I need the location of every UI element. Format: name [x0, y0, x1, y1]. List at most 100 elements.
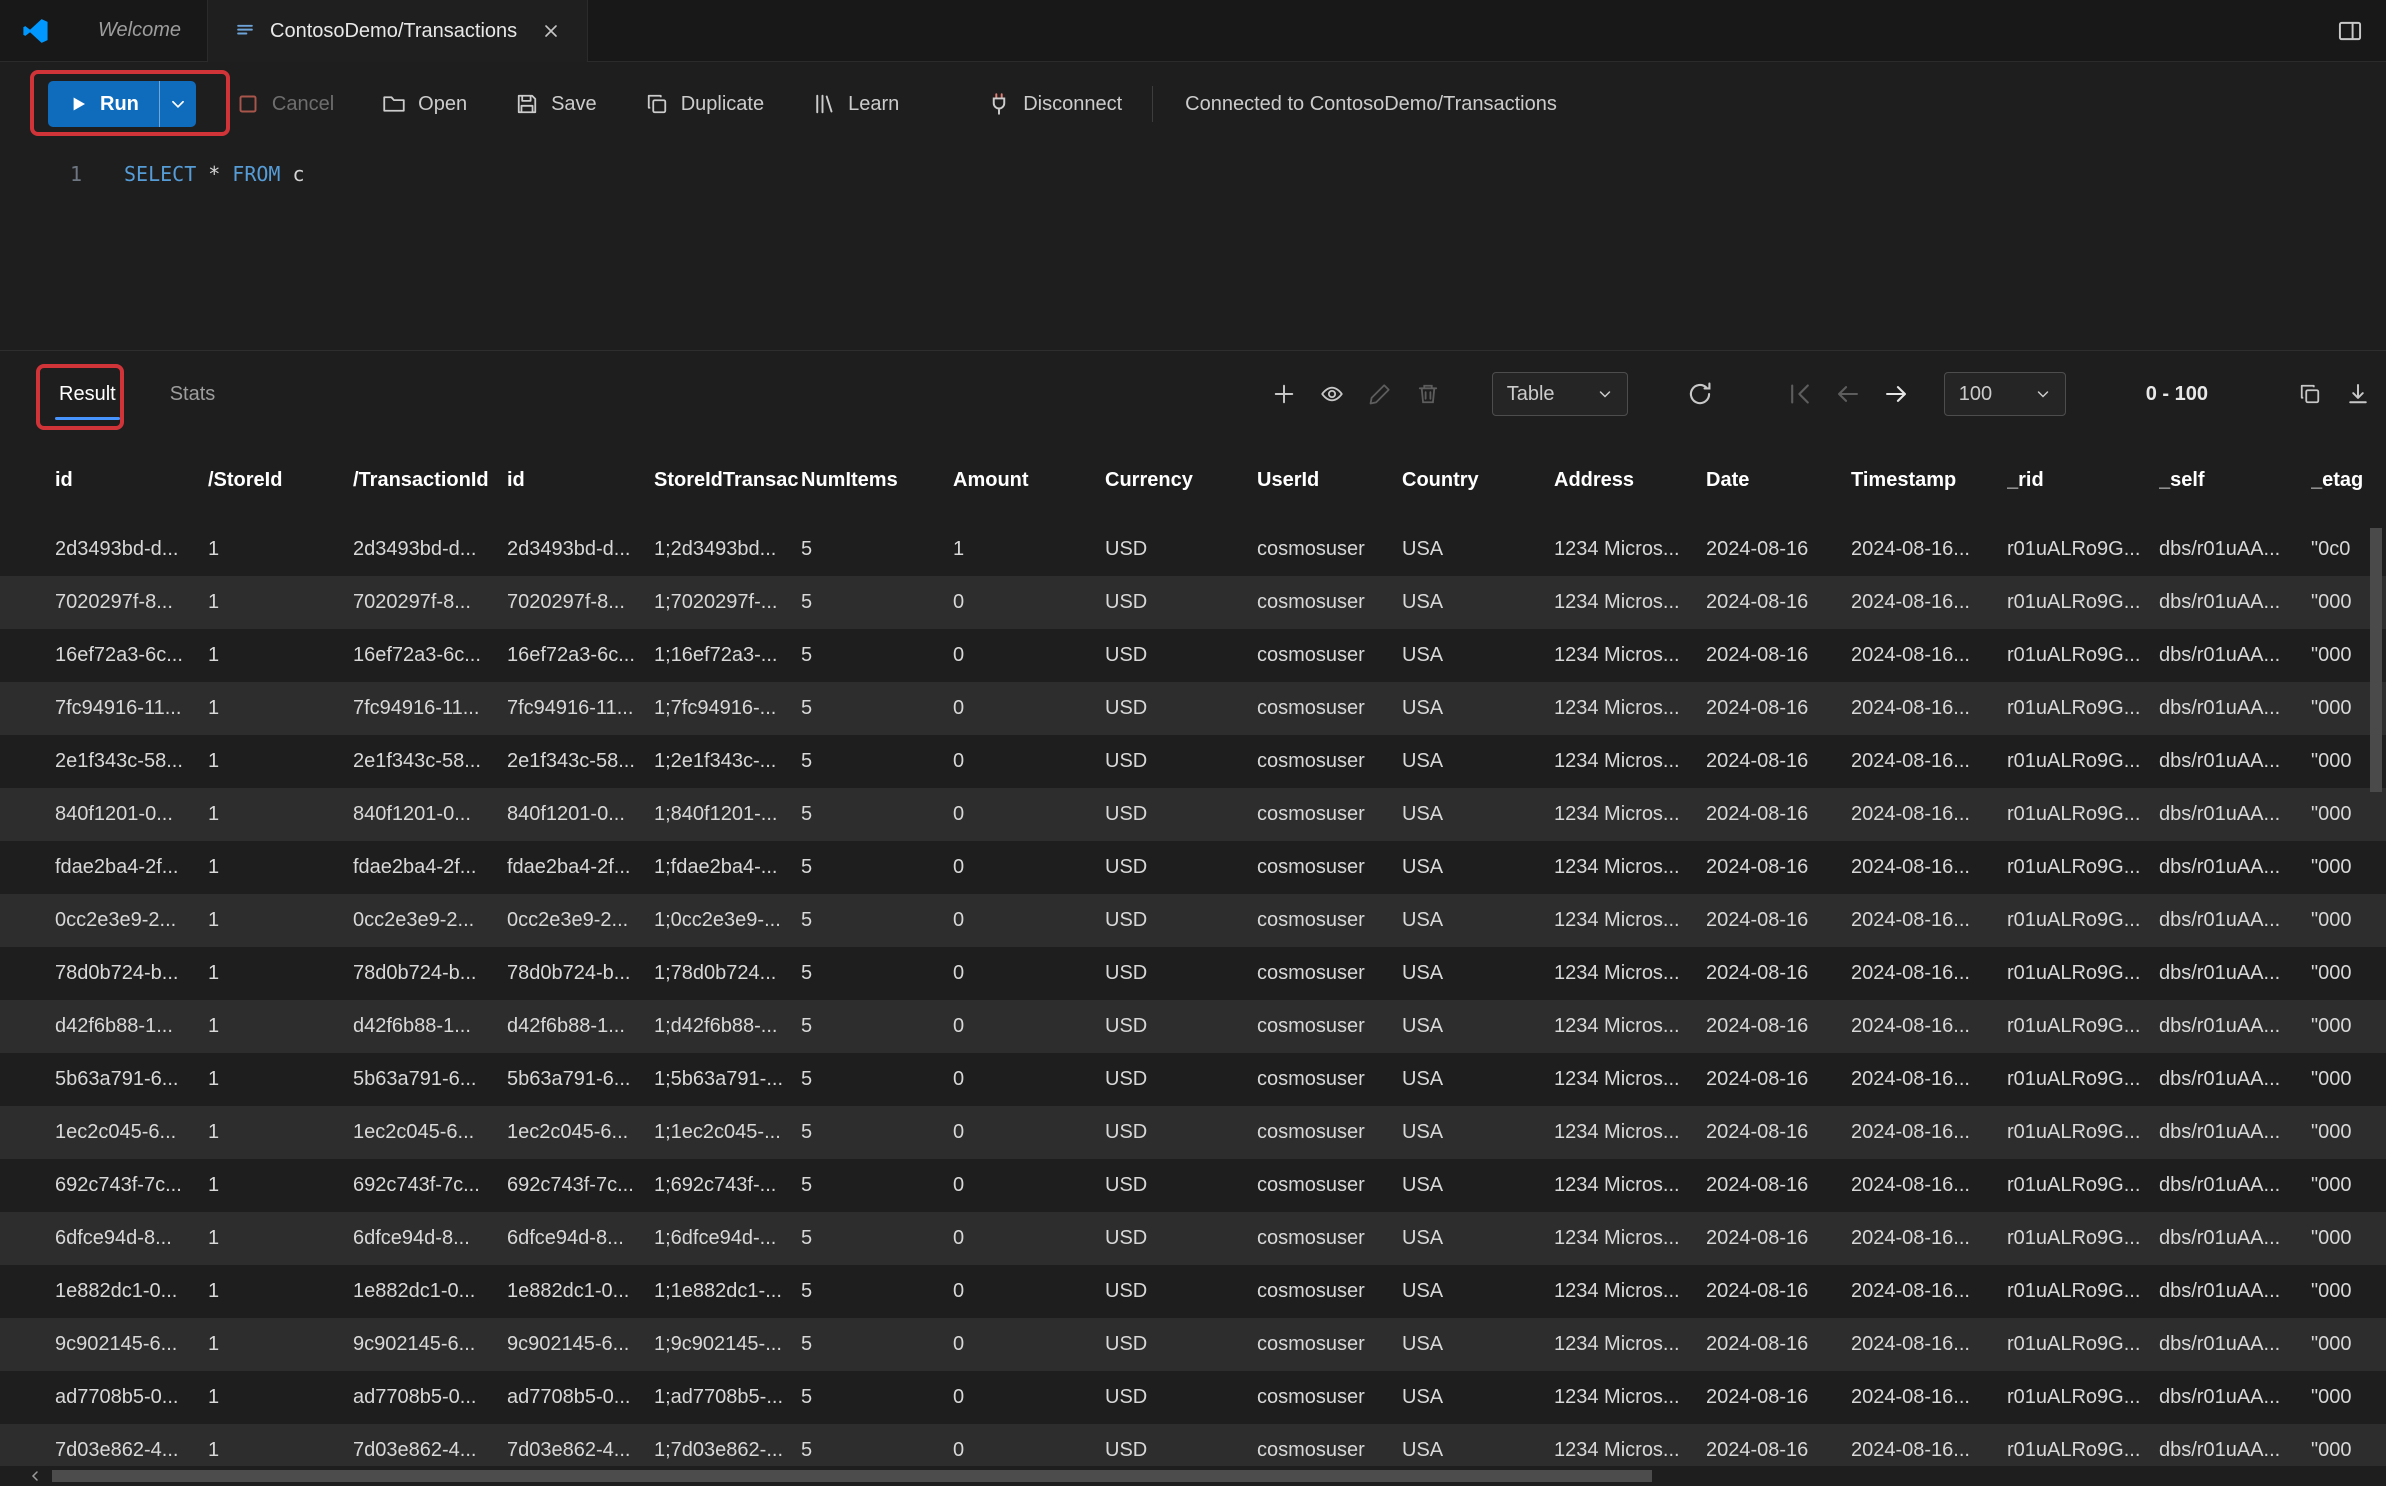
- download-results-button[interactable]: [2336, 372, 2380, 416]
- column-header-date[interactable]: Date: [1706, 469, 1851, 492]
- table-row[interactable]: 2e1f343c-58...12e1f343c-58...2e1f343c-58…: [0, 735, 2386, 788]
- table-cell: 1234 Micros...: [1554, 591, 1706, 614]
- save-button[interactable]: Save: [491, 77, 621, 131]
- run-options-chevron-icon[interactable]: [160, 81, 196, 127]
- disconnect-button[interactable]: Disconnect: [963, 77, 1146, 131]
- table-cell: 5: [801, 1227, 953, 1250]
- table-row[interactable]: 7020297f-8...17020297f-8...7020297f-8...…: [0, 576, 2386, 629]
- page-size-select[interactable]: 100: [1944, 372, 2066, 416]
- table-cell: dbs/r01uAA...: [2159, 591, 2311, 614]
- table-cell: cosmosuser: [1257, 1333, 1402, 1356]
- copy-results-button[interactable]: [2288, 372, 2332, 416]
- table-cell: "000: [2311, 1068, 2386, 1091]
- column-header-numitems[interactable]: NumItems: [801, 469, 953, 492]
- connection-status: Connected to ContosoDemo/Transactions: [1185, 93, 1557, 116]
- tab-welcome[interactable]: Welcome: [72, 0, 208, 61]
- table-cell: dbs/r01uAA...: [2159, 962, 2311, 985]
- table-cell: 78d0b724-b...: [507, 962, 654, 985]
- table-row[interactable]: 1ec2c045-6...11ec2c045-6...1ec2c045-6...…: [0, 1106, 2386, 1159]
- table-row[interactable]: 16ef72a3-6c...116ef72a3-6c...16ef72a3-6c…: [0, 629, 2386, 682]
- view-item-button[interactable]: [1310, 372, 1354, 416]
- table-row[interactable]: 0cc2e3e9-2...10cc2e3e9-2...0cc2e3e9-2...…: [0, 894, 2386, 947]
- table-cell: 1: [208, 1227, 353, 1250]
- chevron-down-icon: [1597, 386, 1613, 402]
- tab-contosodemo-transactions[interactable]: ContosoDemo/Transactions: [208, 0, 588, 62]
- table-row[interactable]: 6dfce94d-8...16dfce94d-8...6dfce94d-8...…: [0, 1212, 2386, 1265]
- table-cell: cosmosuser: [1257, 1386, 1402, 1409]
- cancel-button[interactable]: Cancel: [212, 77, 358, 131]
- table-row[interactable]: 692c743f-7c...1692c743f-7c...692c743f-7c…: [0, 1159, 2386, 1212]
- table-cell: 2024-08-16: [1706, 1386, 1851, 1409]
- column-header-rid[interactable]: _rid: [2007, 469, 2159, 492]
- table-cell: USA: [1402, 750, 1554, 773]
- column-header-id[interactable]: id: [55, 469, 208, 492]
- run-button[interactable]: Run: [48, 81, 196, 127]
- column-header-transactionid[interactable]: /TransactionId: [353, 469, 507, 492]
- table-row[interactable]: ad7708b5-0...1ad7708b5-0...ad7708b5-0...…: [0, 1371, 2386, 1424]
- scroll-left-arrow-icon[interactable]: [28, 1468, 44, 1484]
- column-header-storeid[interactable]: /StoreId: [208, 469, 353, 492]
- table-cell: 2024-08-16...: [1851, 803, 2007, 826]
- column-header-userid[interactable]: UserId: [1257, 469, 1402, 492]
- delete-item-button[interactable]: [1406, 372, 1450, 416]
- learn-button[interactable]: Learn: [788, 77, 923, 131]
- column-header-id[interactable]: id: [507, 469, 654, 492]
- table-row[interactable]: d42f6b88-1...1d42f6b88-1...d42f6b88-1...…: [0, 1000, 2386, 1053]
- column-header-address[interactable]: Address: [1554, 469, 1706, 492]
- column-header-storeidtransac[interactable]: StoreIdTransac: [654, 469, 801, 492]
- table-cell: cosmosuser: [1257, 1227, 1402, 1250]
- previous-page-button[interactable]: [1826, 372, 1870, 416]
- query-editor[interactable]: 1 SELECT*FROMc: [0, 146, 2386, 349]
- table-row[interactable]: 78d0b724-b...178d0b724-b...78d0b724-b...…: [0, 947, 2386, 1000]
- column-header-etag[interactable]: _etag: [2311, 469, 2386, 492]
- table-row[interactable]: 1e882dc1-0...11e882dc1-0...1e882dc1-0...…: [0, 1265, 2386, 1318]
- table-cell: 1234 Micros...: [1554, 1333, 1706, 1356]
- table-row[interactable]: 7fc94916-11...17fc94916-11...7fc94916-11…: [0, 682, 2386, 735]
- duplicate-button[interactable]: Duplicate: [621, 77, 788, 131]
- table-cell: USD: [1105, 1227, 1257, 1250]
- table-cell: 5: [801, 644, 953, 667]
- chevron-down-icon: [2035, 386, 2051, 402]
- refresh-button[interactable]: [1678, 372, 1722, 416]
- table-cell: 840f1201-0...: [55, 803, 208, 826]
- view-mode-select[interactable]: Table: [1492, 372, 1628, 416]
- tab-stats[interactable]: Stats: [166, 369, 220, 420]
- column-header-amount[interactable]: Amount: [953, 469, 1105, 492]
- table-cell: USA: [1402, 1068, 1554, 1091]
- table-cell: ad7708b5-0...: [353, 1386, 507, 1409]
- edit-item-button[interactable]: [1358, 372, 1402, 416]
- table-cell: 0: [953, 1280, 1105, 1303]
- sql-operator: *: [208, 162, 220, 186]
- column-header-self[interactable]: _self: [2159, 469, 2311, 492]
- column-header-timestamp[interactable]: Timestamp: [1851, 469, 2007, 492]
- table-cell: r01uALRo9G...: [2007, 803, 2159, 826]
- table-cell: 6dfce94d-8...: [353, 1227, 507, 1250]
- tab-result[interactable]: Result: [55, 369, 120, 420]
- table-row[interactable]: 2d3493bd-d...12d3493bd-d...2d3493bd-d...…: [0, 523, 2386, 576]
- table-cell: 1: [208, 803, 353, 826]
- column-header-country[interactable]: Country: [1402, 469, 1554, 492]
- open-button[interactable]: Open: [358, 77, 491, 131]
- table-cell: 1234 Micros...: [1554, 962, 1706, 985]
- table-cell: 2024-08-16...: [1851, 1068, 2007, 1091]
- table-cell: dbs/r01uAA...: [2159, 1386, 2311, 1409]
- add-item-button[interactable]: [1262, 372, 1306, 416]
- table-cell: 5: [801, 1174, 953, 1197]
- table-row[interactable]: 9c902145-6...19c902145-6...9c902145-6...…: [0, 1318, 2386, 1371]
- vertical-scrollbar[interactable]: [2370, 528, 2382, 792]
- first-page-button[interactable]: [1778, 372, 1822, 416]
- play-icon: [68, 94, 88, 114]
- table-cell: 78d0b724-b...: [55, 962, 208, 985]
- disconnect-button-label: Disconnect: [1023, 93, 1122, 116]
- table-row[interactable]: fdae2ba4-2f...1fdae2ba4-2f...fdae2ba4-2f…: [0, 841, 2386, 894]
- horizontal-scrollbar[interactable]: [52, 1470, 1652, 1482]
- results-tabs: Result Stats: [0, 369, 219, 420]
- table-cell: dbs/r01uAA...: [2159, 1227, 2311, 1250]
- table-row[interactable]: 5b63a791-6...15b63a791-6...5b63a791-6...…: [0, 1053, 2386, 1106]
- table-cell: 0: [953, 1333, 1105, 1356]
- table-row[interactable]: 840f1201-0...1840f1201-0...840f1201-0...…: [0, 788, 2386, 841]
- next-page-button[interactable]: [1874, 372, 1918, 416]
- close-tab-icon[interactable]: [541, 21, 561, 41]
- column-header-currency[interactable]: Currency: [1105, 469, 1257, 492]
- split-editor-icon[interactable]: [2314, 0, 2386, 61]
